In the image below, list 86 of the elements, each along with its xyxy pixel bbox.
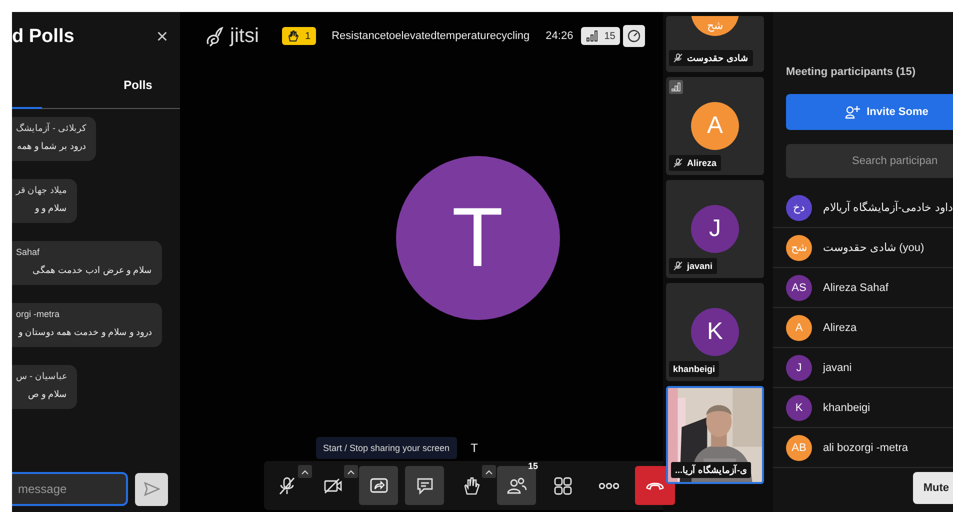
avatar: J <box>786 354 812 380</box>
sender-name: کربلائی - آزمایشگ <box>16 123 86 133</box>
search-field[interactable]: Search participan <box>786 144 953 178</box>
raised-hands-count: 1 <box>305 30 311 42</box>
share-screen-icon <box>368 476 388 496</box>
camera-off-icon <box>322 476 342 496</box>
sender-name: میلاد جهان قر <box>16 185 68 195</box>
avatar: شح <box>691 16 739 36</box>
avatar: AB <box>786 434 812 460</box>
avatar: دخ <box>786 194 812 220</box>
hand-icon <box>287 30 299 42</box>
participant-name: داود خادمی-آزمایشگاه آریالام <box>823 201 953 214</box>
participant-row[interactable]: J javani <box>773 348 953 388</box>
tile-view-icon <box>552 476 572 496</box>
chat-icon <box>414 476 434 496</box>
share-button[interactable] <box>359 466 398 505</box>
avatar: A <box>786 314 812 340</box>
participant-name: ali bozorgi -metra <box>823 442 908 454</box>
participant-row[interactable]: A Alireza <box>773 308 953 348</box>
participant-name: javani <box>687 261 713 271</box>
polls-tab[interactable]: Polls <box>96 62 180 109</box>
participant-name: Alireza <box>823 322 857 334</box>
more-icon <box>598 482 618 488</box>
performance-button[interactable] <box>623 25 646 47</box>
message-text: سلام و و <box>35 203 68 213</box>
tooltip: Start / Stop sharing your screen <box>316 437 457 459</box>
participant-tile[interactable]: K khanbeigi <box>666 283 764 381</box>
send-icon <box>144 482 160 496</box>
sender-name: Sahaf <box>16 247 40 257</box>
participant-row[interactable]: شح شادی حقدوست (you) <box>773 228 953 268</box>
signal-bars-icon <box>586 30 598 42</box>
participant-row[interactable]: AB ali bozorgi -metra <box>773 428 953 468</box>
participant-name: javani <box>823 362 852 374</box>
participant-tile[interactable]: J javani <box>666 180 764 278</box>
caret-icon <box>347 468 355 474</box>
invite-button[interactable]: Invite Some <box>786 94 953 130</box>
participant-row[interactable]: AS Alireza Sahaf <box>773 268 953 308</box>
message-text: سلام و عرض ادب خدمت همگی <box>32 265 152 275</box>
avatar: K <box>691 308 739 356</box>
participant-row[interactable]: دخ داود خادمی-آزمایشگاه آریالام <box>773 188 953 228</box>
avatar: J <box>691 205 739 253</box>
participant-name: khanbeigi <box>823 402 870 414</box>
participant-tile[interactable]: ...ی-آزمایشگاه آریا <box>666 386 764 484</box>
participant-tile[interactable]: A Alireza <box>666 77 764 175</box>
options-caret-button[interactable] <box>344 465 358 478</box>
gauge-icon <box>627 29 642 43</box>
participant-row[interactable]: K khanbeigi <box>773 388 953 428</box>
sender-name: عباسیان - س <box>16 371 67 381</box>
mic-muted-icon <box>276 476 296 496</box>
caret-icon <box>485 468 493 474</box>
participant-tile[interactable]: شح شادی حقدوست <box>666 16 764 72</box>
avatar: A <box>691 102 739 150</box>
participant-count: 15 <box>604 30 616 42</box>
options-caret-button[interactable] <box>298 465 312 478</box>
caret-icon <box>301 468 309 474</box>
participant-name: khanbeigi <box>673 364 716 374</box>
participant-count-badge[interactable]: 15 <box>581 27 620 45</box>
hangup-button[interactable] <box>635 466 675 505</box>
participant-name: ...ی-آزمایشگاه آریا <box>675 465 748 475</box>
message-text: درود و سلام و خدمت همه دوستان و <box>18 327 152 337</box>
close-button[interactable]: × <box>156 26 168 48</box>
add-person-icon <box>844 105 861 119</box>
participant-name: Alireza Sahaf <box>823 282 888 294</box>
panel-title: d Polls <box>12 26 74 48</box>
avatar: شح <box>786 234 812 260</box>
logo-text: jitsi <box>230 24 259 48</box>
panel-heading: Meeting participants (15) <box>786 66 917 78</box>
participant-name: Alireza <box>687 158 717 168</box>
speaker-label: T <box>470 441 478 455</box>
participant-name: شادی حقدوست (you) <box>823 241 924 254</box>
sender-name: orgi -metra <box>16 309 60 319</box>
meeting-title: Resistancetoelevatedtemperaturecycling <box>332 30 530 42</box>
chat-button[interactable] <box>405 466 444 505</box>
count-label: 15 <box>528 461 538 471</box>
send-button[interactable] <box>135 472 168 506</box>
options-caret-button[interactable] <box>482 465 496 478</box>
speaker-avatar: T <box>396 156 560 320</box>
participant-name: شادی حقدوست <box>687 53 749 63</box>
people-icon <box>506 476 526 496</box>
message-text: درود بر شما و همه <box>16 141 86 151</box>
mute-all-button[interactable]: Mute <box>913 472 953 504</box>
avatar: AS <box>786 274 812 300</box>
meeting-timer: 24:26 <box>546 30 574 42</box>
message-input[interactable]: message <box>12 472 128 506</box>
message-text: سلام و ص <box>28 389 67 399</box>
avatar: K <box>786 394 812 420</box>
